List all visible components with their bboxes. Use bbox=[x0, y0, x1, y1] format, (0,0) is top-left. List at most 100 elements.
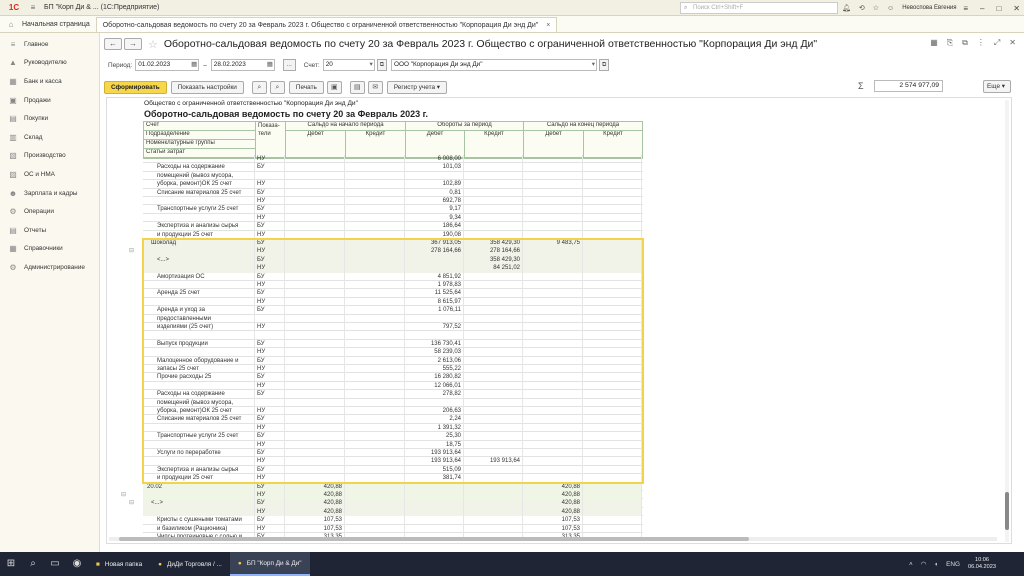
cell-td[interactable]: 692,78 bbox=[405, 197, 464, 206]
cell-tc[interactable] bbox=[464, 222, 523, 231]
cell-cc[interactable] bbox=[583, 507, 642, 517]
cell-oc[interactable] bbox=[345, 499, 405, 508]
more-button[interactable]: Еще ▾ bbox=[983, 80, 1011, 93]
favorite-star-icon[interactable]: ☆ bbox=[148, 38, 158, 51]
cell-name[interactable]: <...> bbox=[143, 499, 255, 508]
expand-icon[interactable]: ⤢ bbox=[994, 38, 1000, 48]
horizontal-scroll-thumb[interactable] bbox=[119, 537, 749, 541]
table-row[interactable]: 20.02 БУ 420,88 420,88 bbox=[143, 482, 643, 491]
taskbar-app-1c-bp[interactable]: ● БП "Корп Ди & Ди" bbox=[229, 552, 310, 576]
cell-name[interactable]: и базиликом (Рационика) bbox=[143, 524, 255, 533]
search-icon[interactable]: ⌕ bbox=[251, 80, 267, 94]
cell-tc[interactable] bbox=[464, 499, 523, 508]
cell-cd[interactable]: 420,88 bbox=[523, 507, 583, 517]
cell-tc[interactable] bbox=[464, 507, 523, 517]
cell-cd[interactable] bbox=[523, 180, 583, 189]
chevron-down-icon[interactable]: ▾ bbox=[369, 60, 372, 70]
table-row[interactable]: НУ 9,34 bbox=[143, 213, 643, 223]
sidebar-item-reports[interactable]: ▤ Отчеты bbox=[0, 221, 99, 240]
cell-tc[interactable] bbox=[464, 180, 523, 189]
cell-od[interactable] bbox=[285, 222, 345, 231]
cell-oc[interactable] bbox=[345, 163, 405, 172]
cell-cc[interactable] bbox=[583, 205, 642, 214]
cell-oc[interactable] bbox=[345, 482, 405, 491]
cell-cc[interactable] bbox=[583, 155, 642, 164]
sidebar-item-production[interactable]: ▧ Производство bbox=[0, 147, 99, 166]
table-row[interactable]: Транспортные услуги 25 счет БУ 9,17 bbox=[143, 205, 643, 214]
cell-od[interactable]: 420,88 bbox=[285, 507, 345, 517]
account-open-button[interactable]: ⧉ bbox=[376, 59, 387, 71]
history-icon[interactable]: ⟲ bbox=[859, 4, 865, 12]
taskbar-app-folder[interactable]: ■ Новая папка bbox=[88, 552, 150, 576]
cell-tc[interactable] bbox=[464, 188, 523, 197]
cell-oc[interactable] bbox=[345, 171, 405, 181]
cell-tc[interactable] bbox=[464, 205, 523, 214]
menu-icon[interactable]: ≡ bbox=[28, 3, 38, 12]
cell-oc[interactable] bbox=[345, 222, 405, 231]
cell-tc[interactable] bbox=[464, 213, 523, 223]
collapse-group-icon[interactable]: ⊟ bbox=[129, 247, 134, 254]
cell-td[interactable]: 102,89 bbox=[405, 180, 464, 189]
chevron-down-icon[interactable]: ▾ bbox=[592, 60, 595, 70]
back-button[interactable]: ← bbox=[104, 38, 122, 50]
register-button[interactable]: Регистр учета ▾ bbox=[386, 80, 447, 94]
cell-cd[interactable]: 107,53 bbox=[523, 516, 583, 525]
collapse-group-icon[interactable]: ⊟ bbox=[129, 499, 134, 506]
report-spreadsheet[interactable]: Общество с ограниченной ответственностью… bbox=[106, 97, 1012, 544]
cell-ind[interactable]: БУ bbox=[255, 516, 285, 525]
cell-od[interactable] bbox=[285, 213, 345, 223]
attach-icon[interactable]: ⧉ bbox=[962, 38, 968, 48]
link-icon[interactable]: ⎘ bbox=[947, 38, 953, 48]
cell-ind[interactable]: БУ bbox=[255, 163, 285, 172]
more-vert-icon[interactable]: ⋮ bbox=[977, 38, 985, 48]
table-row[interactable]: НУ 420,88 420,88 bbox=[143, 491, 643, 500]
cell-od[interactable] bbox=[285, 163, 345, 172]
sidebar-item-purchases[interactable]: ▤ Покупки bbox=[0, 109, 99, 128]
clock[interactable]: 10:06 06.04.2023 bbox=[968, 557, 996, 571]
cell-td[interactable]: 9,34 bbox=[405, 213, 464, 223]
bell-icon[interactable]: 🔔︎ bbox=[842, 4, 851, 12]
cell-tc[interactable] bbox=[464, 524, 523, 533]
cell-od[interactable]: 107,53 bbox=[285, 524, 345, 533]
sidebar-item-main[interactable]: ≡ Главное bbox=[0, 35, 99, 54]
cell-cd[interactable] bbox=[523, 213, 583, 223]
save-icon[interactable]: ▤ bbox=[349, 80, 365, 94]
table-row[interactable]: НУ 692,78 bbox=[143, 197, 643, 206]
cell-cd[interactable]: 420,88 bbox=[523, 499, 583, 508]
language-indicator[interactable]: ENG bbox=[946, 561, 960, 568]
cell-name[interactable] bbox=[143, 155, 255, 164]
cell-oc[interactable] bbox=[345, 524, 405, 533]
cell-td[interactable]: 101,03 bbox=[405, 163, 464, 172]
sidebar-item-warehouse[interactable]: ▥ Склад bbox=[0, 128, 99, 147]
cell-cd[interactable]: 420,88 bbox=[523, 482, 583, 491]
cell-name[interactable]: Экспертиза и анализы сырья bbox=[143, 222, 255, 231]
table-row[interactable]: Списание материалов 25 счет БУ 0,81 bbox=[143, 188, 643, 197]
cell-cd[interactable] bbox=[523, 205, 583, 214]
calendar-icon[interactable]: ▦ bbox=[191, 60, 197, 70]
sidebar-item-assets[interactable]: ▨ ОС и НМА bbox=[0, 165, 99, 184]
cell-tc[interactable] bbox=[464, 171, 523, 181]
menu-dots-icon[interactable]: ≡ bbox=[963, 4, 968, 13]
cell-name[interactable] bbox=[143, 491, 255, 500]
cell-oc[interactable] bbox=[345, 197, 405, 206]
cell-od[interactable] bbox=[285, 155, 345, 164]
cell-tc[interactable] bbox=[464, 491, 523, 500]
cell-cc[interactable] bbox=[583, 491, 642, 500]
table-row[interactable]: НУ 420,88 420,88 bbox=[143, 507, 643, 517]
task-view-icon[interactable]: ▭ bbox=[44, 552, 66, 576]
user-avatar-icon[interactable]: ☺ bbox=[887, 5, 894, 12]
maximize-icon[interactable]: □ bbox=[996, 4, 1001, 13]
period-to-input[interactable]: 28.02.2023 ▦ bbox=[210, 59, 275, 71]
collapse-group-icon[interactable]: ⊟ bbox=[121, 491, 126, 498]
show-settings-button[interactable]: Показать настройки bbox=[170, 80, 244, 94]
cell-td[interactable] bbox=[405, 516, 464, 525]
cell-name[interactable] bbox=[143, 213, 255, 223]
cell-od[interactable]: 420,88 bbox=[285, 491, 345, 500]
cell-td[interactable] bbox=[405, 507, 464, 517]
network-icon[interactable]: ◠ bbox=[921, 560, 927, 568]
period-from-input[interactable]: 01.02.2023 ▦ bbox=[135, 59, 200, 71]
cell-cc[interactable] bbox=[583, 180, 642, 189]
table-row[interactable]: уборка, ремонт)ОК 25 счет НУ 102,89 bbox=[143, 180, 643, 189]
cell-tc[interactable] bbox=[464, 516, 523, 525]
table-row[interactable]: Расходы на содержание БУ 101,03 bbox=[143, 163, 643, 172]
